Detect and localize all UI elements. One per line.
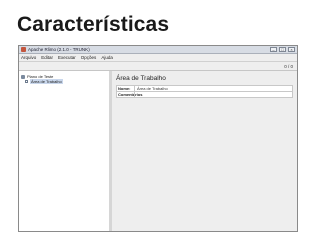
app-logo-icon xyxy=(21,47,26,52)
comments-field-row: Comentários xyxy=(116,91,293,98)
app-window: Apache Rlimo (2.1.0 - TRUNK) – □ × Arqui… xyxy=(18,45,298,232)
comments-input[interactable] xyxy=(134,92,292,97)
minimize-icon[interactable]: – xyxy=(270,47,277,52)
menubar: Arquivo Editar Executar Opções Ajuda xyxy=(19,54,297,62)
window-title: Apache Rlimo (2.1.0 - TRUNK) xyxy=(28,47,90,52)
main-content: Plano de Teste Área de Trabalho Área de … xyxy=(19,71,297,231)
name-label: Nome: xyxy=(118,86,131,91)
window-controls: – □ × xyxy=(270,47,295,52)
menu-arquivo[interactable]: Arquivo xyxy=(21,55,36,60)
menu-ajuda[interactable]: Ajuda xyxy=(101,55,113,60)
toolbar: 0 / 0 xyxy=(19,62,297,71)
maximize-icon[interactable]: □ xyxy=(279,47,286,52)
close-icon[interactable]: × xyxy=(288,47,295,52)
slide-title: Características xyxy=(17,13,170,36)
tree-item-workbench[interactable]: Área de Trabalho xyxy=(21,79,107,84)
window-titlebar[interactable]: Apache Rlimo (2.1.0 - TRUNK) – □ × xyxy=(19,46,297,54)
menu-executar[interactable]: Executar xyxy=(58,55,76,60)
comments-label: Comentários xyxy=(118,92,143,97)
menu-editar[interactable]: Editar xyxy=(41,55,53,60)
test-plan-icon xyxy=(21,74,25,79)
name-input[interactable]: Área de Trabalho xyxy=(134,86,292,91)
menu-opcoes[interactable]: Opções xyxy=(81,55,97,60)
tree-pane: Plano de Teste Área de Trabalho xyxy=(19,71,112,231)
tree-item-label: Área de Trabalho xyxy=(30,79,63,84)
detail-pane: Área de Trabalho Nome: Área de Trabalho … xyxy=(112,71,297,231)
panel-title: Área de Trabalho xyxy=(116,75,166,82)
workbench-icon xyxy=(25,80,28,83)
page-counter: 0 / 0 xyxy=(284,63,293,69)
name-field-row: Nome: Área de Trabalho xyxy=(116,85,293,92)
